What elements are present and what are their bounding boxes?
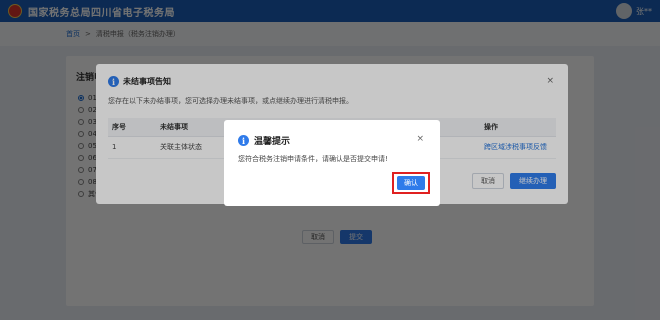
info-icon: i: [238, 135, 249, 146]
confirm-button[interactable]: 确认: [397, 176, 425, 190]
confirm-highlight: 确认: [392, 172, 430, 194]
confirm-dialog: i 温馨提示 × 您符合税务注销申请条件，请确认是否提交申请! 确认: [224, 120, 440, 206]
confirm-dialog-header: i 温馨提示: [238, 134, 290, 147]
confirm-dialog-message: 您符合税务注销申请条件，请确认是否提交申请!: [238, 155, 388, 163]
confirm-dialog-title: 温馨提示: [254, 137, 291, 147]
close-icon[interactable]: ×: [416, 134, 424, 144]
